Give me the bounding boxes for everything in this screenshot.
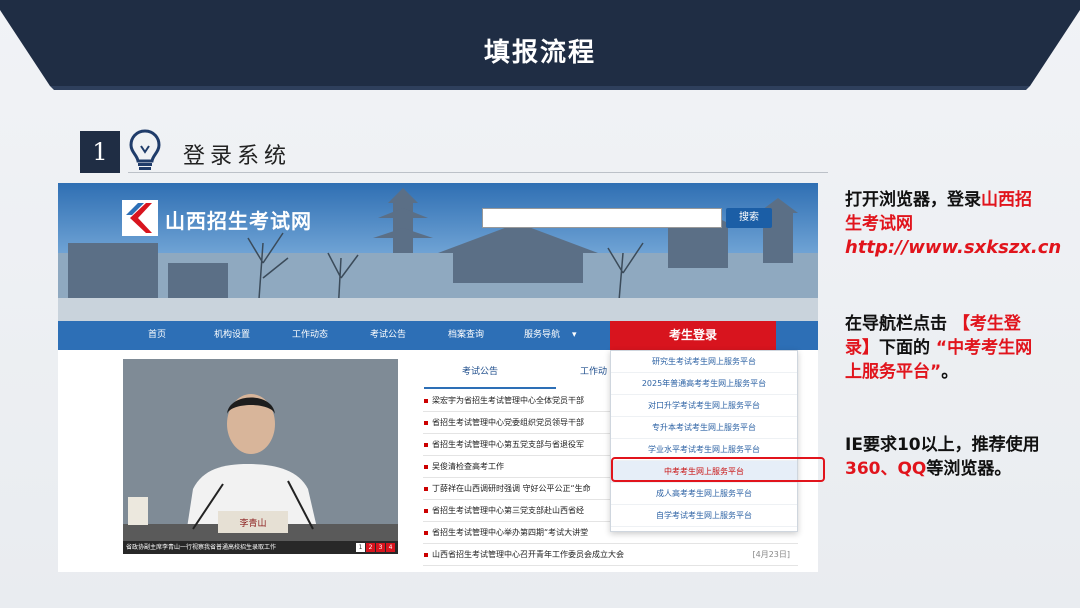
site-banner: 山西招生考试网 搜索 (58, 183, 818, 321)
search-button[interactable]: 搜索 (726, 208, 772, 228)
dropdown-item-vocational[interactable]: 对口升学考试考生网上服务平台 (611, 395, 797, 417)
dropdown-item-graduate[interactable]: 研究生考试考生网上服务平台 (611, 351, 797, 373)
tab-exam-notices[interactable]: 考试公告 (462, 364, 498, 377)
dropdown-item-self-study[interactable]: 自学考试考生网上服务平台 (611, 505, 797, 527)
chevron-down-icon: ▾ (572, 330, 577, 340)
nav-item-home[interactable]: 首页 (148, 321, 166, 350)
pager-3[interactable]: 3 (376, 543, 385, 552)
site-name: 山西招生考试网 (165, 209, 312, 233)
news-item[interactable]: 山西省招生考试管理中心召开青年工作委员会成立大会 [4月23日] (423, 544, 798, 566)
nav-item-organization[interactable]: 机构设置 (214, 321, 250, 350)
nav-item-exam-notices[interactable]: 考试公告 (370, 321, 406, 350)
dropdown-item-adult[interactable]: 成人高考考生网上服务平台 (611, 483, 797, 505)
banner-illustration (58, 188, 818, 321)
dropdown-item-upgrade[interactable]: 专升本考试考生网上服务平台 (611, 417, 797, 439)
step-divider (128, 172, 828, 173)
zhongkao-highlight-box (611, 457, 825, 482)
site-url: http://www.sxkszx.cn (845, 237, 1062, 258)
tab-underline (424, 387, 556, 389)
slide-title: 填报流程 (483, 38, 596, 68)
news-photo[interactable]: 李青山 省政协副主席李青山一行视察我省普通高校招生录取工作 1 2 3 4 (123, 359, 398, 554)
nav-item-services[interactable]: 服务导航 (524, 321, 560, 350)
nav-item-work-news[interactable]: 工作动态 (292, 321, 328, 350)
step-title: 登录系统 (183, 144, 292, 169)
nav-item-archive[interactable]: 档案查询 (448, 321, 484, 350)
pager-1[interactable]: 1 (356, 543, 365, 552)
search-input[interactable] (482, 208, 722, 228)
instruction-navigate: 在导航栏点击 【考生登录】下面的 “中考考生网上服务平台”。 (845, 314, 1033, 382)
student-login-dropdown: 研究生考试考生网上服务平台 2025年普通高考考生网上服务平台 对口升学考试考生… (610, 350, 798, 532)
instruction-browser: IE要求10以上，推荐使用360、QQ等浏览器。 (845, 435, 1040, 479)
name-plate: 李青山 (239, 519, 267, 529)
step-number: 1 (80, 131, 120, 173)
website-screenshot: 山西招生考试网 搜索 首页 机构设置 工作动态 考试公告 档案查询 服务导航 ▾… (58, 183, 818, 572)
lightbulb-icon (129, 129, 161, 170)
instruction-login: 打开浏览器，登录山西招生考试网 http://www.sxkszx.cn (845, 190, 1062, 258)
dropdown-item-gaokao[interactable]: 2025年普通高考考生网上服务平台 (611, 373, 797, 395)
carousel-pager: 1 2 3 4 (356, 543, 395, 552)
pager-4[interactable]: 4 (386, 543, 395, 552)
browser-highlight: 360、QQ (845, 459, 927, 479)
pager-2[interactable]: 2 (366, 543, 375, 552)
nav-item-student-login[interactable]: 考生登录 (610, 321, 776, 350)
site-logo-icon (122, 200, 158, 236)
tab-work-news[interactable]: 工作动 (580, 364, 607, 377)
